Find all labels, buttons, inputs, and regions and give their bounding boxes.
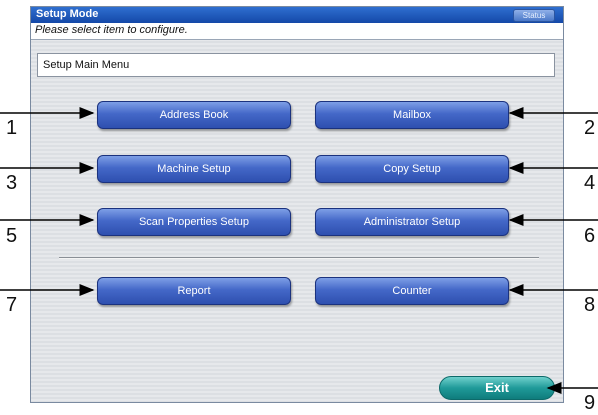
callout-1: 1 — [6, 117, 18, 139]
callout-3: 3 — [6, 172, 18, 194]
callout-8: 8 — [584, 294, 596, 316]
callout-5: 5 — [6, 225, 18, 247]
callout-7: 7 — [6, 294, 18, 316]
callout-9: 9 — [584, 392, 596, 414]
callout-4: 4 — [584, 172, 596, 194]
callout-arrows — [0, 107, 598, 394]
callout-2: 2 — [584, 117, 596, 139]
callout-6: 6 — [584, 225, 596, 247]
